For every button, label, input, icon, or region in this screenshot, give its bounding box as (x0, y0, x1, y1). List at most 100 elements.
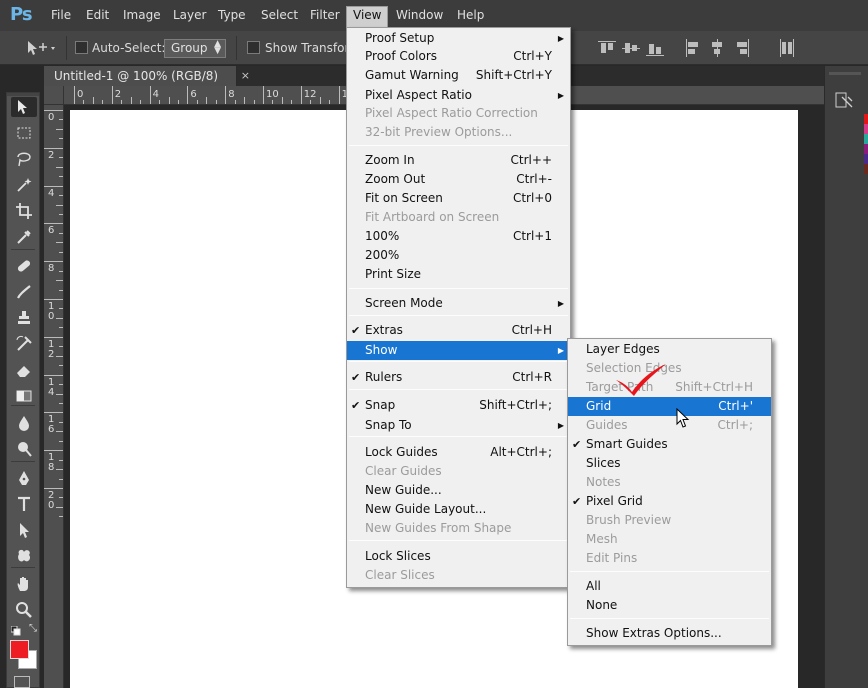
blur-tool-icon[interactable] (14, 413, 34, 433)
menu-type[interactable]: Type (218, 8, 246, 22)
align-vertical-centers-icon[interactable] (622, 39, 640, 57)
view-menu-item-lock-slices[interactable]: Lock Slices (347, 547, 570, 566)
default-colors-icon[interactable] (10, 625, 21, 636)
clone-stamp-tool-icon[interactable] (14, 308, 34, 328)
view-menu-item-32-bit-preview-options: 32-bit Preview Options... (347, 123, 570, 142)
hand-tool-icon[interactable] (14, 574, 34, 594)
document-tab[interactable]: Untitled-1 @ 100% (RGB/8) × (44, 66, 250, 86)
show-menu-item-selection-edges: Selection Edges (568, 359, 771, 378)
foreground-color-swatch[interactable] (10, 640, 29, 659)
view-menu-item-fit-on-screen[interactable]: Fit on Screen Ctrl+0 (347, 189, 570, 208)
brush-tool-icon[interactable] (14, 282, 34, 302)
menu-select[interactable]: Select (261, 8, 298, 22)
dock-grip[interactable] (829, 72, 861, 75)
view-menu-item-proof-setup[interactable]: Proof Setup ▶ (347, 29, 570, 48)
show-menu-item-grid[interactable]: Grid Ctrl+' (568, 397, 771, 416)
zoom-tool-icon[interactable] (14, 600, 34, 620)
menu-image[interactable]: Image (123, 8, 161, 22)
healing-brush-tool-icon[interactable] (14, 256, 34, 276)
vertical-ruler[interactable]: 0 2 4 6 8 1 0 1 2 1 4 1 6 1 8 2 0 (44, 105, 64, 688)
view-menu-item-100[interactable]: 100% Ctrl+1 (347, 227, 570, 246)
menu-layer[interactable]: Layer (173, 8, 206, 22)
menu-edit[interactable]: Edit (86, 8, 109, 22)
show-menu-item-all[interactable]: All (568, 577, 771, 596)
ruler-left-label: 1 2 (48, 338, 55, 360)
view-menu-item-zoom-in[interactable]: Zoom In Ctrl++ (347, 151, 570, 170)
ruler-left-label: 4 (48, 187, 55, 199)
view-menu-item-screen-mode[interactable]: Screen Mode ▶ (347, 294, 570, 313)
view-menu-item-proof-colors[interactable]: Proof Colors Ctrl+Y (347, 47, 570, 66)
eraser-tool-icon[interactable] (14, 360, 34, 380)
checkmark-icon: ✔ (351, 399, 361, 412)
menu-help[interactable]: Help (457, 8, 484, 22)
show-menu-item-pixel-grid[interactable]: ✔ Pixel Grid (568, 492, 771, 511)
eyedropper-tool-icon[interactable] (14, 227, 34, 247)
show-menu-item-smart-guides[interactable]: ✔ Smart Guides (568, 435, 771, 454)
align-top-edges-icon[interactable] (598, 39, 616, 57)
history-brush-tool-icon[interactable] (14, 334, 34, 354)
type-tool-icon[interactable] (14, 494, 34, 514)
view-menu-item-label: Show (365, 343, 398, 357)
view-menu-item-new-guide-layout[interactable]: New Guide Layout... (347, 500, 570, 519)
marquee-tool-icon[interactable] (14, 123, 34, 143)
move-tool-icon[interactable] (11, 97, 37, 117)
ruler-tick (140, 100, 142, 104)
show-menu-item-label: Show Extras Options... (586, 626, 722, 640)
show-transform-checkbox[interactable] (247, 41, 260, 54)
auto-select-checkbox[interactable] (75, 41, 88, 54)
view-menu-item-rulers[interactable]: ✔ Rulers Ctrl+R (347, 368, 570, 387)
distribute-icon[interactable] (778, 39, 796, 57)
view-menu-item-200[interactable]: 200% (347, 246, 570, 265)
ruler-tick (59, 346, 63, 348)
show-menu-item-layer-edges[interactable]: Layer Edges (568, 340, 771, 359)
ruler-tick (56, 204, 63, 206)
show-menu-item-none[interactable]: None (568, 596, 771, 615)
menu-window[interactable]: Window (396, 8, 443, 22)
view-menu-item-gamut-warning[interactable]: Gamut Warning Shift+Ctrl+Y (347, 66, 570, 85)
ruler-tick (59, 497, 63, 499)
view-menu-item-lock-guides[interactable]: Lock Guides Alt+Ctrl+; (347, 443, 570, 462)
view-menu-item-new-guide[interactable]: New Guide... (347, 481, 570, 500)
menu-filter[interactable]: Filter (310, 8, 340, 22)
ruler-tick (196, 100, 198, 104)
properties-panel-icon[interactable] (834, 90, 856, 112)
quick-mask-icon[interactable] (14, 676, 30, 688)
ruler-origin[interactable] (44, 86, 64, 105)
align-bottom-edges-icon[interactable] (646, 39, 664, 57)
view-menu-item-snap[interactable]: ✔ Snap Shift+Ctrl+; (347, 396, 570, 415)
magic-wand-tool-icon[interactable] (14, 175, 34, 195)
view-menu-item-show[interactable]: Show ▶ (347, 341, 570, 360)
menu-view[interactable]: View (346, 6, 389, 27)
view-menu-item-extras[interactable]: ✔ Extras Ctrl+H (347, 321, 570, 340)
tools-panel-grip[interactable] (7, 93, 39, 96)
pen-tool-icon[interactable] (14, 468, 34, 488)
view-menu-item-snap-to[interactable]: Snap To ▶ (347, 416, 570, 435)
ruler-tick (44, 488, 63, 489)
view-menu-item-zoom-out[interactable]: Zoom Out Ctrl+- (347, 170, 570, 189)
align-left-edges-icon[interactable] (684, 39, 702, 57)
close-tab-icon[interactable]: × (241, 69, 250, 82)
view-menu-item-pixel-aspect-ratio[interactable]: Pixel Aspect Ratio ▶ (347, 86, 570, 105)
ruler-tick (253, 100, 255, 104)
gradient-tool-icon[interactable] (14, 386, 34, 406)
view-menu-item-print-size[interactable]: Print Size (347, 265, 570, 284)
auto-select-target-dropdown[interactable]: Group ▲ ▼ (164, 39, 226, 58)
swap-colors-icon[interactable]: ⤡ (29, 624, 39, 634)
align-horizontal-centers-icon[interactable] (708, 39, 726, 57)
align-right-edges-icon[interactable] (732, 39, 750, 57)
show-menu-item-slices[interactable]: Slices (568, 454, 771, 473)
lasso-tool-icon[interactable] (14, 149, 34, 169)
view-menu-item-shortcut: Ctrl+H (511, 323, 552, 337)
menu-separator (349, 540, 568, 541)
path-selection-tool-icon[interactable] (14, 520, 34, 540)
dodge-tool-icon[interactable] (14, 439, 34, 459)
custom-shape-tool-icon[interactable] (14, 546, 34, 566)
ruler-left-label: 2 (48, 149, 55, 161)
view-menu-item-label: Fit Artboard on Screen (365, 210, 500, 224)
ruler-top-label: 12 (303, 89, 317, 100)
ruler-tick (59, 138, 63, 140)
crop-tool-icon[interactable] (14, 201, 34, 221)
move-tool-preset-icon[interactable] (26, 39, 56, 57)
show-menu-item-show-extras-options[interactable]: Show Extras Options... (568, 624, 771, 643)
menu-file[interactable]: File (51, 8, 71, 22)
